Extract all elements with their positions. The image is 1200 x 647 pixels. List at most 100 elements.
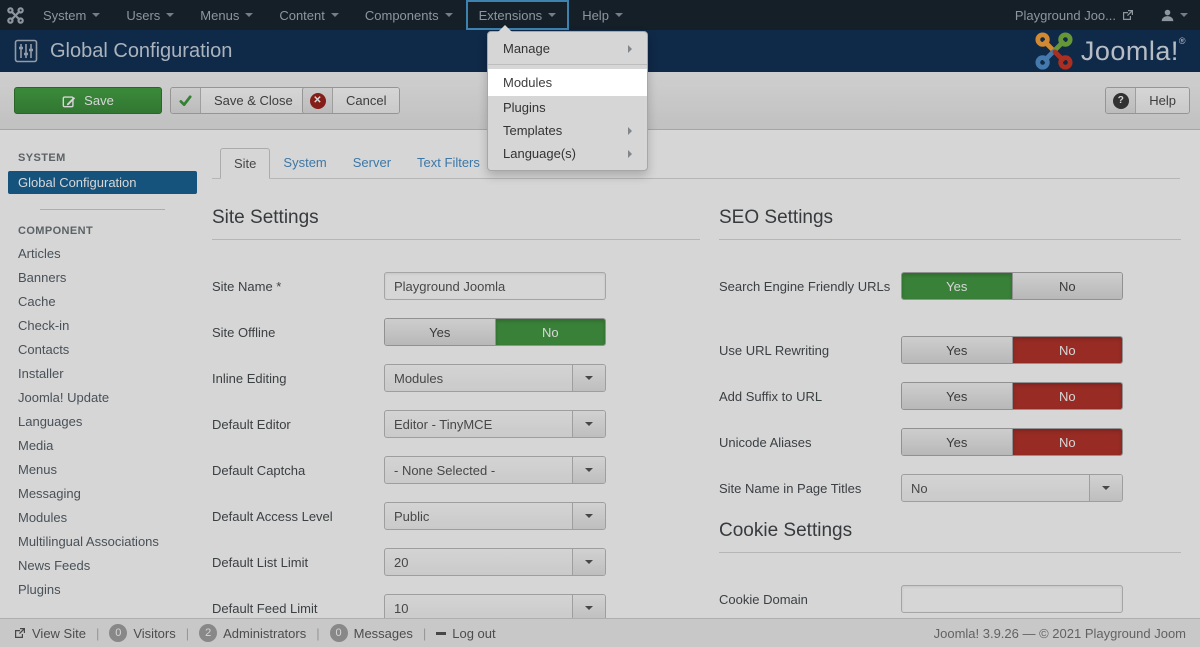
save-button[interactable]: Save bbox=[14, 87, 162, 114]
caret-down-icon bbox=[1102, 486, 1110, 490]
dropdown-divider bbox=[488, 64, 647, 65]
page-title: Global Configuration bbox=[50, 40, 232, 63]
visitors-status[interactable]: 0 Visitors bbox=[109, 624, 175, 642]
select-caret-button[interactable] bbox=[572, 595, 605, 618]
site-settings-section: Site Settings Site Name * Site Offline Y… bbox=[212, 207, 700, 618]
field-label: Site Name in Page Titles bbox=[719, 474, 901, 502]
default-editor-select[interactable]: Editor - TinyMCE bbox=[384, 410, 606, 438]
dropdown-item-manage[interactable]: Manage bbox=[488, 37, 647, 60]
external-link-icon bbox=[1122, 9, 1134, 21]
form-row-url-rewriting: Use URL Rewriting Yes No bbox=[719, 336, 1181, 364]
site-name-input[interactable] bbox=[384, 272, 606, 300]
tab-site[interactable]: Site bbox=[220, 148, 270, 179]
joomla-brand-text: Joomla!® bbox=[1081, 36, 1186, 67]
dropdown-item-modules[interactable]: Modules bbox=[488, 69, 647, 96]
sidebar-item-contacts[interactable]: Contacts bbox=[8, 338, 197, 362]
tab-text-filters[interactable]: Text Filters bbox=[404, 147, 493, 178]
form-row-inline-editing: Inline Editing Modules bbox=[212, 364, 700, 392]
no-option[interactable]: No bbox=[1012, 273, 1123, 299]
menu-system[interactable]: System bbox=[30, 0, 113, 30]
sidebar-item-plugins[interactable]: Plugins bbox=[8, 578, 197, 602]
cookie-settings-heading: Cookie Settings bbox=[719, 520, 1181, 553]
yes-option[interactable]: Yes bbox=[902, 337, 1012, 363]
select-caret-button[interactable] bbox=[572, 549, 605, 575]
sidebar-item-banners[interactable]: Banners bbox=[8, 266, 197, 290]
yes-option[interactable]: Yes bbox=[385, 319, 495, 345]
user-menu[interactable] bbox=[1160, 8, 1188, 23]
view-site-link[interactable]: View Site bbox=[14, 626, 86, 641]
default-feed-limit-select[interactable]: 10 bbox=[384, 594, 606, 618]
logout-icon bbox=[436, 632, 446, 635]
select-caret-button[interactable] bbox=[572, 411, 605, 437]
yes-option[interactable]: Yes bbox=[902, 383, 1012, 409]
default-list-limit-select[interactable]: 20 bbox=[384, 548, 606, 576]
menu-users[interactable]: Users bbox=[113, 0, 187, 30]
tab-system[interactable]: System bbox=[270, 147, 339, 178]
sidebar-item-joomla-update[interactable]: Joomla! Update bbox=[8, 386, 197, 410]
sidebar-header-system: SYSTEM bbox=[0, 146, 205, 169]
sidebar-item-articles[interactable]: Articles bbox=[8, 242, 197, 266]
sidebar-item-languages[interactable]: Languages bbox=[8, 410, 197, 434]
yes-option[interactable]: Yes bbox=[902, 429, 1012, 455]
caret-down-icon bbox=[331, 13, 339, 17]
joomla-brand: Joomla!® bbox=[1035, 32, 1186, 70]
menu-menus[interactable]: Menus bbox=[187, 0, 266, 30]
joomla-logo-icon bbox=[1035, 32, 1073, 70]
menu-content[interactable]: Content bbox=[266, 0, 352, 30]
select-caret-button[interactable] bbox=[572, 503, 605, 529]
site-offline-toggle: Yes No bbox=[384, 318, 606, 346]
select-caret-button[interactable] bbox=[572, 457, 605, 483]
cancel-button[interactable]: ✕ Cancel bbox=[302, 87, 400, 114]
sidebar-item-check-in[interactable]: Check-in bbox=[8, 314, 197, 338]
help-button[interactable]: ? Help bbox=[1105, 87, 1190, 114]
inline-editing-select[interactable]: Modules bbox=[384, 364, 606, 392]
menu-extensions[interactable]: Extensions bbox=[466, 0, 570, 30]
administrators-status[interactable]: 2 Administrators bbox=[199, 624, 306, 642]
sidebar-item-messaging[interactable]: Messaging bbox=[8, 482, 197, 506]
tab-server[interactable]: Server bbox=[340, 147, 404, 178]
seo-settings-section: SEO Settings Search Engine Friendly URLs… bbox=[719, 207, 1181, 618]
sidebar-item-installer[interactable]: Installer bbox=[8, 362, 197, 386]
sidebar-item-menus[interactable]: Menus bbox=[8, 458, 197, 482]
caret-down-icon bbox=[245, 13, 253, 17]
sidebar-item-global-configuration[interactable]: Global Configuration bbox=[8, 171, 197, 194]
logout-link[interactable]: Log out bbox=[436, 626, 495, 641]
sidebar-item-news-feeds[interactable]: News Feeds bbox=[8, 554, 197, 578]
menu-components[interactable]: Components bbox=[352, 0, 466, 30]
site-name-in-titles-select[interactable]: No bbox=[901, 474, 1123, 502]
no-option[interactable]: No bbox=[1012, 429, 1123, 455]
sidebar-item-multilingual-associations[interactable]: Multilingual Associations bbox=[8, 530, 197, 554]
messages-status[interactable]: 0 Messages bbox=[330, 624, 413, 642]
caret-down-icon bbox=[92, 13, 100, 17]
caret-down-icon bbox=[615, 13, 623, 17]
dropdown-item-templates[interactable]: Templates bbox=[488, 119, 647, 142]
sidebar-item-cache[interactable]: Cache bbox=[8, 290, 197, 314]
cookie-domain-input[interactable] bbox=[901, 585, 1123, 613]
field-label: Use URL Rewriting bbox=[719, 336, 901, 364]
field-label: Unicode Aliases bbox=[719, 428, 901, 456]
default-access-level-select[interactable]: Public bbox=[384, 502, 606, 530]
form-row-site-name-in-titles: Site Name in Page Titles No bbox=[719, 474, 1181, 502]
sidebar-item-media[interactable]: Media bbox=[8, 434, 197, 458]
save-pencil-icon bbox=[62, 94, 76, 108]
dropdown-item-languages[interactable]: Language(s) bbox=[488, 142, 647, 165]
sidebar-item-modules[interactable]: Modules bbox=[8, 506, 197, 530]
caret-down-icon bbox=[585, 560, 593, 564]
dropdown-item-plugins[interactable]: Plugins bbox=[488, 96, 647, 119]
sidebar-header-component: COMPONENT bbox=[0, 219, 205, 242]
no-option[interactable]: No bbox=[1012, 383, 1123, 409]
cancel-x-icon: ✕ bbox=[303, 88, 333, 113]
preview-site-link[interactable]: Playground Joo... bbox=[1015, 8, 1134, 23]
caret-down-icon bbox=[585, 514, 593, 518]
yes-option[interactable]: Yes bbox=[902, 273, 1012, 299]
menu-help[interactable]: Help bbox=[569, 0, 636, 30]
select-caret-button[interactable] bbox=[572, 365, 605, 391]
field-label: Default List Limit bbox=[212, 548, 384, 576]
save-and-close-button[interactable]: Save & Close bbox=[170, 87, 307, 114]
select-caret-button[interactable] bbox=[1089, 475, 1122, 501]
no-option[interactable]: No bbox=[1012, 337, 1123, 363]
no-option[interactable]: No bbox=[495, 319, 606, 345]
field-label: Default Captcha bbox=[212, 456, 384, 484]
external-link-icon bbox=[14, 627, 26, 639]
default-captcha-select[interactable]: - None Selected - bbox=[384, 456, 606, 484]
